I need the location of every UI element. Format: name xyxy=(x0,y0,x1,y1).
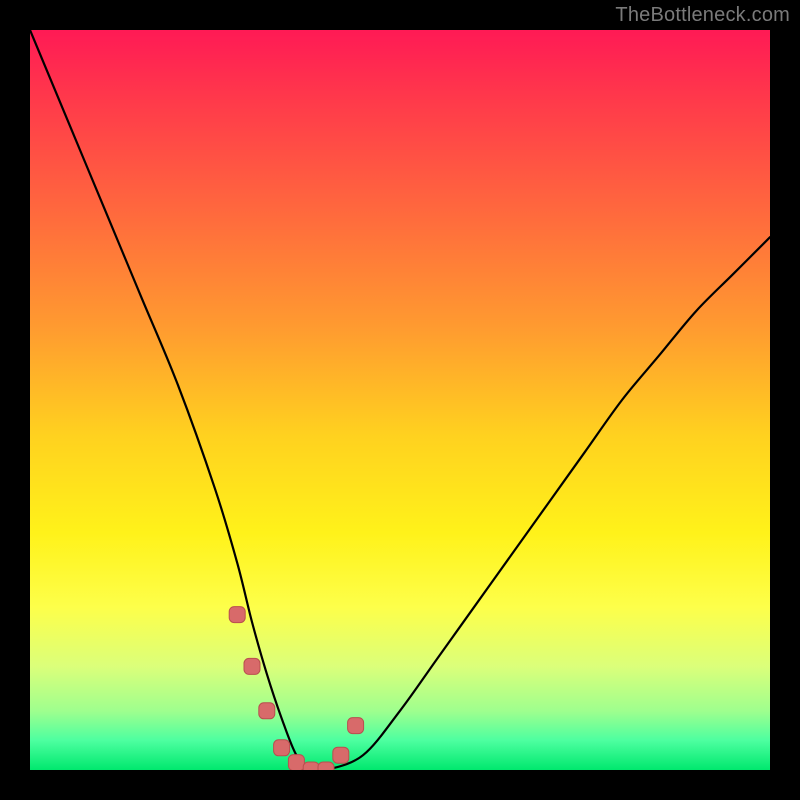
plot-area xyxy=(30,30,770,770)
highlight-marker xyxy=(318,762,334,770)
highlight-marker xyxy=(259,703,275,719)
watermark-text: TheBottleneck.com xyxy=(615,4,790,27)
highlight-marker xyxy=(229,607,245,623)
highlight-marker xyxy=(244,658,260,674)
highlight-marker xyxy=(333,747,349,763)
highlight-marker xyxy=(274,740,290,756)
curve-svg xyxy=(30,30,770,770)
highlight-marker xyxy=(303,762,319,770)
outer-frame: TheBottleneck.com xyxy=(0,0,800,800)
highlight-marker xyxy=(288,755,304,770)
bottleneck-curve xyxy=(30,30,770,770)
highlight-markers xyxy=(229,607,363,770)
highlight-marker xyxy=(348,718,364,734)
